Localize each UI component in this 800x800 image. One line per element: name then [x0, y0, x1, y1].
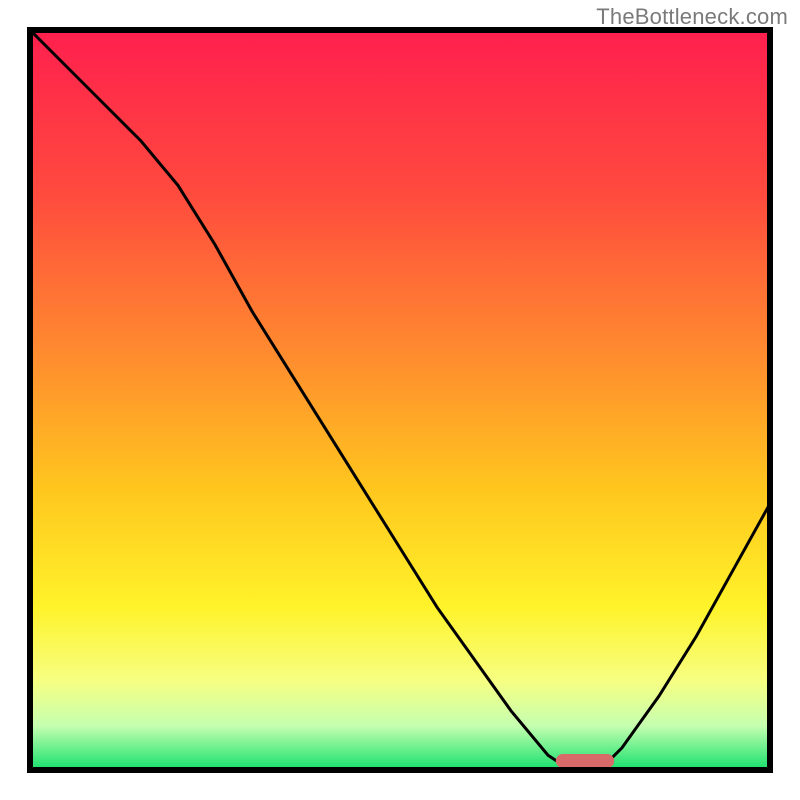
chart-svg — [0, 0, 800, 800]
watermark-text: TheBottleneck.com — [596, 4, 788, 30]
chart-container: TheBottleneck.com — [0, 0, 800, 800]
